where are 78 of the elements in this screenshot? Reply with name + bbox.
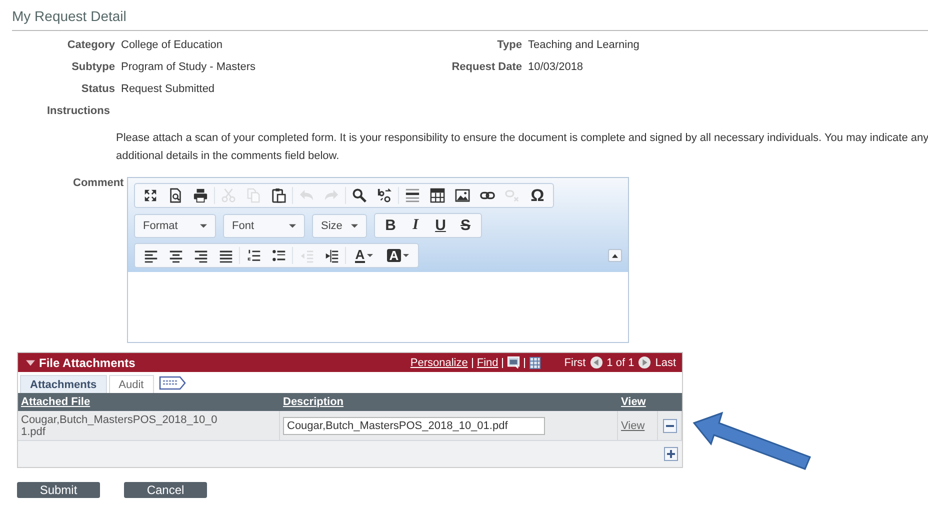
- table-icon: [430, 188, 445, 203]
- field-label: Type: [496, 39, 522, 51]
- preview-icon: [168, 188, 183, 203]
- align-center-icon: [168, 248, 182, 262]
- caret-icon: [366, 254, 373, 257]
- indent-icon: [324, 248, 338, 262]
- personalize-link[interactable]: Personalize: [410, 356, 468, 368]
- column-header[interactable]: Description: [280, 393, 618, 411]
- collapse-toolbar-button[interactable]: [608, 249, 622, 262]
- redo-icon: [324, 188, 339, 203]
- dropdown[interactable]: Size: [312, 214, 367, 238]
- grid-title: File Attachments: [39, 356, 136, 370]
- caret-icon: [612, 254, 618, 258]
- action-button[interactable]: Cancel: [124, 482, 207, 498]
- field-label: Request Date: [450, 61, 522, 73]
- undo-icon: [299, 188, 314, 203]
- first-link[interactable]: First: [564, 356, 586, 368]
- column-header[interactable]: View: [618, 393, 658, 411]
- add-row-button[interactable]: [664, 447, 678, 461]
- align-left-icon: [144, 248, 158, 262]
- dropdown[interactable]: Format: [134, 214, 216, 238]
- field-label: Category: [66, 39, 115, 51]
- grid-tab[interactable]: Attachments: [20, 375, 107, 393]
- delete-row-button[interactable]: [662, 418, 676, 432]
- bullet-list-icon: [272, 248, 286, 262]
- unlink-icon: [505, 188, 520, 203]
- caret-icon: [289, 224, 296, 228]
- table-header-cell: [658, 393, 682, 411]
- field-value: Program of Study - Masters: [121, 61, 256, 73]
- background-color-button[interactable]: A: [381, 245, 415, 266]
- description-field[interactable]: Cougar,Butch_MastersPOS_2018_10_01.pdf: [283, 416, 545, 434]
- view-link[interactable]: View: [621, 420, 645, 432]
- section-label: Instructions: [47, 105, 111, 117]
- printer-icon: [193, 188, 208, 203]
- field-value: 10/03/2018: [528, 61, 584, 73]
- plus-icon: [666, 449, 676, 459]
- numbered-list-icon: [246, 248, 260, 262]
- align-right-icon: [194, 248, 208, 262]
- columns-icon: [158, 376, 187, 390]
- format-button[interactable]: I: [403, 215, 428, 236]
- field-value: Teaching and Learning: [528, 39, 640, 51]
- format-button[interactable]: U: [428, 215, 453, 236]
- text-color-button[interactable]: A: [347, 245, 381, 266]
- format-button[interactable]: B: [378, 215, 403, 236]
- replace-icon: [377, 188, 392, 203]
- field-value: College of Education: [121, 39, 223, 51]
- copy-icon: [246, 188, 261, 203]
- window-icon[interactable]: [507, 356, 520, 369]
- find-link[interactable]: Find: [476, 356, 498, 368]
- last-link[interactable]: Last: [655, 356, 676, 368]
- image-icon: [455, 188, 470, 203]
- dropdown[interactable]: Font: [223, 214, 305, 238]
- justify-icon: [218, 248, 232, 262]
- collapse-icon[interactable]: [26, 360, 35, 366]
- next-icon[interactable]: [638, 356, 652, 369]
- spreadsheet-icon[interactable]: [529, 356, 542, 370]
- page-title: My Request Detail: [12, 4, 928, 31]
- field-label: Comment: [73, 177, 125, 191]
- column-header[interactable]: Attached File: [18, 393, 280, 411]
- grid-tab[interactable]: Audit: [108, 375, 154, 393]
- caret-icon: [402, 254, 409, 257]
- field-label: Status: [80, 83, 115, 95]
- field-value: Request Submitted: [121, 83, 215, 95]
- row-count: 1 of 1: [606, 356, 634, 368]
- field-label: Subtype: [70, 61, 115, 73]
- scissors-icon: [221, 188, 236, 203]
- table-cell: Cougar,Butch_MastersPOS_2018_10_0 1.pdf: [18, 411, 280, 441]
- outdent-icon: [300, 248, 314, 262]
- caret-icon: [200, 224, 207, 228]
- caret-icon: [351, 224, 358, 228]
- format-button[interactable]: S: [453, 215, 478, 236]
- action-button[interactable]: Submit: [17, 482, 100, 498]
- maximize-icon: [143, 188, 158, 203]
- search-icon: [352, 188, 367, 203]
- omega-button[interactable]: Ω: [525, 185, 550, 206]
- horizontal-rule-icon: [405, 188, 420, 203]
- clipboard-icon: [271, 188, 286, 203]
- previous-icon[interactable]: [590, 356, 603, 369]
